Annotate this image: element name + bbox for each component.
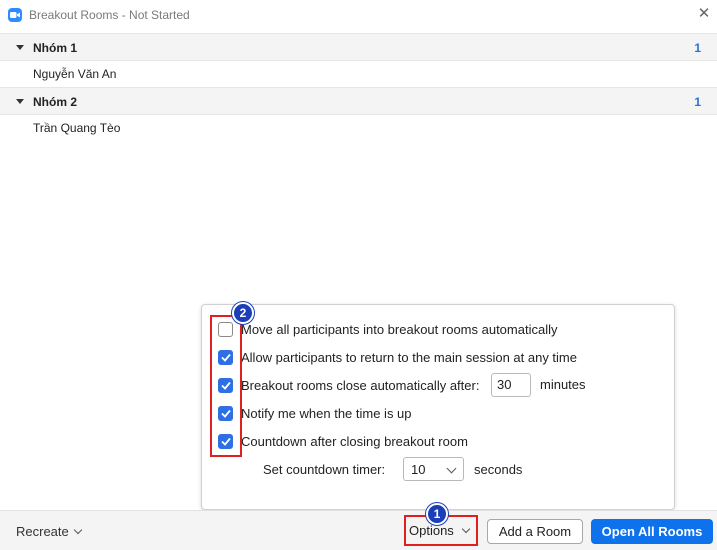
participant-item[interactable]: Trần Quang Tèo [33, 121, 120, 135]
allow-return-label[interactable]: Allow participants to return to the main… [241, 350, 577, 365]
room-row-nhom-1[interactable]: Nhóm 1 1 [0, 33, 717, 61]
room-row-nhom-2[interactable]: Nhóm 2 1 [0, 87, 717, 115]
room-name: Nhóm 1 [33, 41, 78, 55]
seconds-unit-label: seconds [474, 462, 523, 477]
auto-close-checkbox[interactable] [218, 378, 233, 393]
room-participant-count: 1 [694, 41, 701, 55]
recreate-button[interactable]: Recreate [16, 524, 83, 539]
chevron-down-icon [461, 524, 471, 534]
allow-return-checkbox[interactable] [218, 350, 233, 365]
zoom-camera-icon [8, 8, 22, 22]
caret-down-icon[interactable] [16, 99, 24, 104]
close-icon[interactable]: ✕ [697, 6, 711, 22]
add-room-button[interactable]: Add a Room [487, 519, 583, 544]
notify-checkbox[interactable] [218, 406, 233, 421]
auto-assign-checkbox[interactable] [218, 322, 233, 337]
room-participant-count: 1 [694, 95, 701, 109]
notify-label[interactable]: Notify me when the time is up [241, 406, 412, 421]
participant-item[interactable]: Nguyễn Văn An [33, 67, 116, 81]
minutes-unit-label: minutes [540, 377, 586, 392]
annotation-badge-2: 2 [232, 302, 254, 324]
countdown-checkbox[interactable] [218, 434, 233, 449]
countdown-timer-select[interactable]: 10 [403, 457, 464, 481]
auto-assign-label[interactable]: Move all participants into breakout room… [241, 322, 557, 337]
options-label: Options [409, 523, 454, 538]
countdown-label[interactable]: Countdown after closing breakout room [241, 434, 468, 449]
title-bar: Breakout Rooms - Not Started ✕ [0, 0, 717, 32]
caret-down-icon[interactable] [16, 45, 24, 50]
countdown-timer-label: Set countdown timer: [263, 462, 386, 477]
auto-close-label[interactable]: Breakout rooms close automatically after… [241, 378, 479, 393]
chevron-down-icon [446, 463, 457, 474]
open-all-rooms-button[interactable]: Open All Rooms [591, 519, 713, 544]
countdown-timer-value: 10 [411, 462, 426, 477]
window-title: Breakout Rooms - Not Started [29, 8, 190, 22]
annotation-badge-1: 1 [426, 503, 448, 525]
room-name: Nhóm 2 [33, 95, 78, 109]
close-after-minutes-input[interactable]: 30 [491, 373, 531, 397]
recreate-label: Recreate [16, 524, 69, 539]
